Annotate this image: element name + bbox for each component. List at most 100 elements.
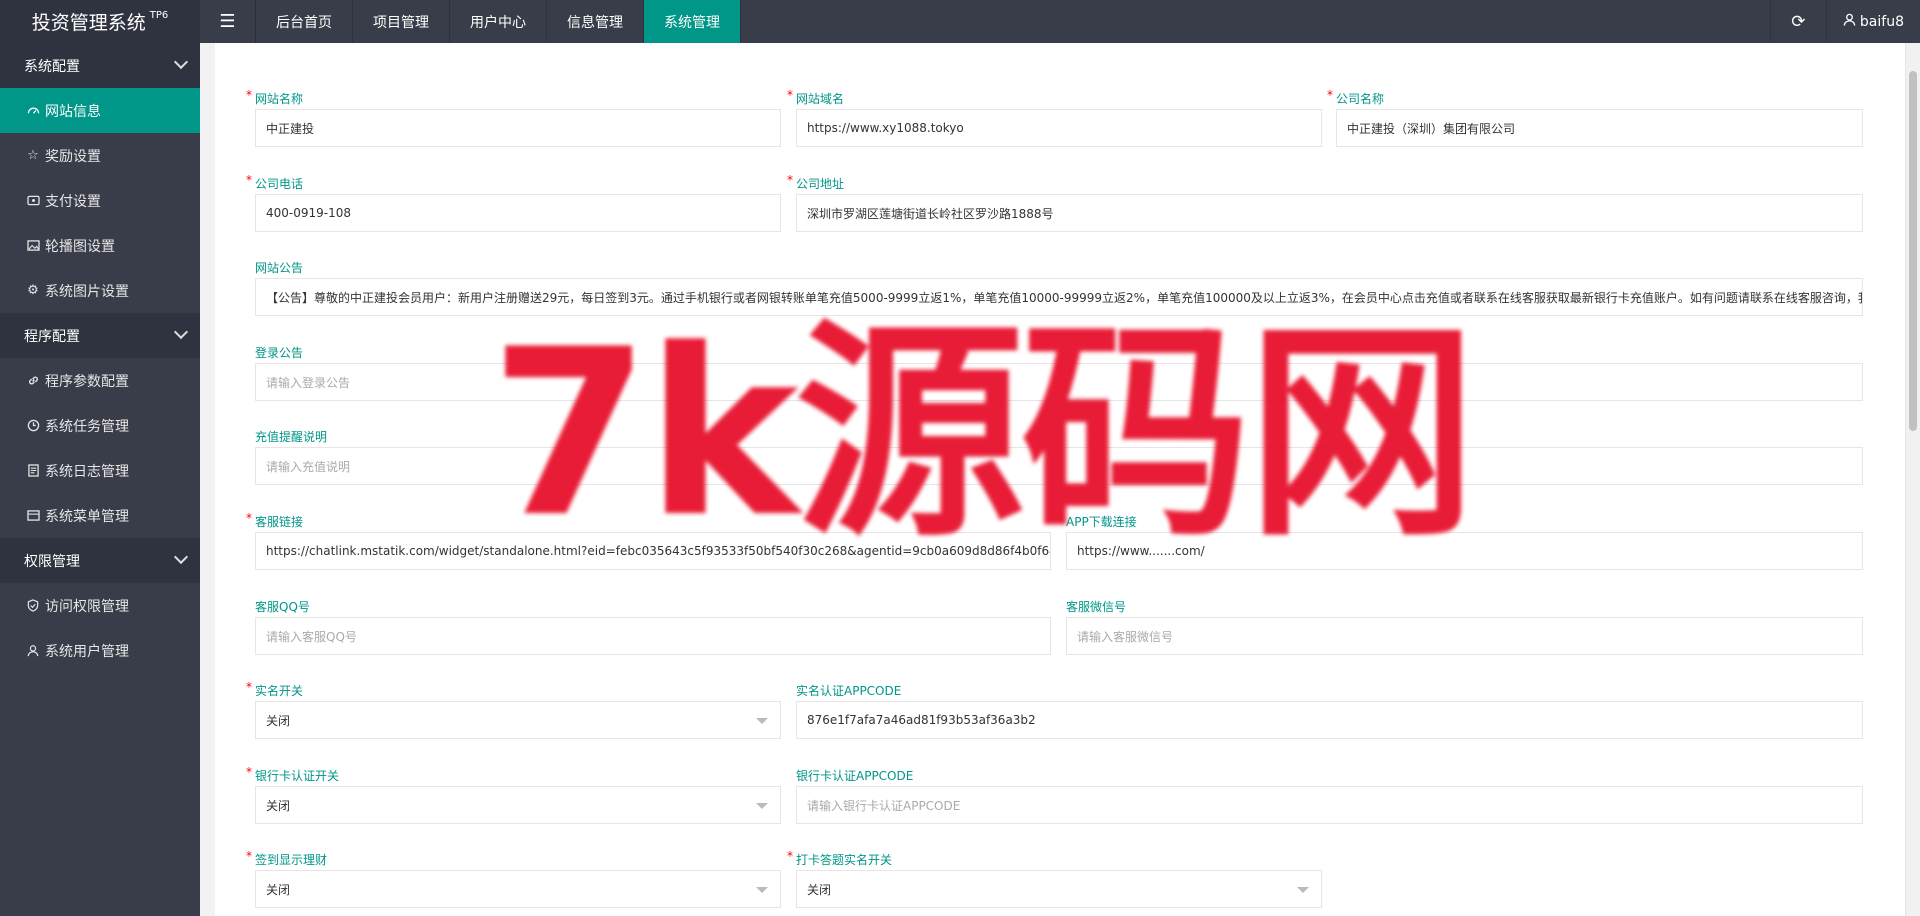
log-icon (26, 464, 40, 478)
sidebar-item-payment[interactable]: 支付设置 (0, 178, 200, 223)
required-mark: * (787, 173, 793, 187)
sidebar-item-tasks[interactable]: 系统任务管理 (0, 403, 200, 448)
top-bar: 投资管理系统 TP6 ☰ 后台首页 项目管理 用户中心 信息管理 系统管理 ⟳ b… (0, 0, 1920, 43)
gear-icon: ⚙ (27, 283, 39, 298)
realname-appcode-label: 实名认证APPCODE (796, 684, 902, 698)
site-domain-label: * 网站域名 (787, 88, 844, 107)
bankcard-switch-select[interactable]: 关闭 (255, 786, 781, 824)
chevron-down-icon (173, 549, 189, 565)
site-name-label: * 网站名称 (246, 88, 304, 107)
signin-finance-label: * 签到显示理财 (246, 849, 327, 868)
service-link-label-text: 客服链接 (255, 515, 304, 529)
refresh-icon[interactable]: ⟳ (1769, 0, 1826, 43)
checkin-realname-label: * 打卡答题实名开关 (787, 849, 893, 868)
caret-down-icon (756, 718, 768, 724)
sidebar-item-rewards[interactable]: ☆ 奖励设置 (0, 133, 200, 178)
service-link-input[interactable]: https://chatlink.mstatik.com/widget/stan… (255, 532, 1051, 570)
nav-item-info[interactable]: 信息管理 (547, 0, 644, 43)
sidebar-group-system-config[interactable]: 系统配置 (0, 43, 200, 88)
checkin-realname-select[interactable]: 关闭 (796, 870, 1322, 908)
vertical-scrollbar[interactable] (1905, 43, 1920, 916)
required-mark: * (1327, 88, 1333, 102)
sidebar-item-access[interactable]: 访问权限管理 (0, 583, 200, 628)
login-notice-label: 登录公告 (255, 346, 304, 360)
sidebar-item-label: 系统用户管理 (45, 643, 129, 660)
realname-appcode-input[interactable]: 876e1f7afa7a46ad81f93b53af36a3b2 (796, 701, 1863, 739)
image-icon (26, 239, 40, 253)
company-name-label-text: 公司名称 (1336, 92, 1385, 106)
sidebar-item-carousel[interactable]: 轮播图设置 (0, 223, 200, 268)
required-mark: * (246, 680, 252, 694)
sidebar-item-label: 系统图片设置 (45, 283, 129, 300)
bankcard-switch-label: * 银行卡认证开关 (246, 765, 340, 784)
sidebar-item-label: 系统任务管理 (45, 418, 129, 435)
sidebar-item-system-users[interactable]: 系统用户管理 (0, 628, 200, 673)
company-name-input[interactable]: 中正建投（深圳）集团有限公司 (1336, 109, 1863, 147)
sidebar-item-label: 系统菜单管理 (45, 508, 129, 525)
required-mark: * (787, 849, 793, 863)
checkin-realname-label-text: 打卡答题实名开关 (796, 853, 893, 867)
recharge-note-input[interactable]: 请输入充值说明 (255, 447, 1863, 485)
chevron-down-icon (173, 54, 189, 70)
site-notice-input[interactable]: 【公告】尊敬的中正建投会员用户：新用户注册赠送29元，每日签到3元。通过手机银行… (255, 278, 1863, 316)
sidebar-group-program-config[interactable]: 程序配置 (0, 313, 200, 358)
chevron-down-icon (173, 324, 189, 340)
dashboard-icon (26, 104, 40, 118)
user-name: baifu8 (1859, 13, 1904, 30)
sidebar-group-label: 权限管理 (24, 553, 80, 570)
nav-item-system[interactable]: 系统管理 (644, 0, 741, 43)
service-qq-label: 客服QQ号 (255, 600, 310, 614)
service-qq-input[interactable]: 请输入客服QQ号 (255, 617, 1051, 655)
site-name-input[interactable]: 中正建投 (255, 109, 781, 147)
sidebar-item-label: 程序参数配置 (45, 373, 129, 390)
site-name-label-text: 网站名称 (255, 92, 304, 106)
user-menu[interactable]: baifu8 (1825, 0, 1920, 43)
required-mark: * (246, 765, 252, 779)
sidebar-item-site-info[interactable]: 网站信息 (0, 88, 200, 133)
service-link-label: * 客服链接 (246, 511, 304, 530)
realname-switch-value: 关闭 (266, 713, 291, 728)
menu-toggle-icon[interactable]: ☰ (200, 0, 256, 43)
company-phone-input[interactable]: 400-0919-108 (255, 194, 781, 232)
scrollbar-thumb[interactable] (1909, 71, 1917, 431)
app-logo[interactable]: 投资管理系统 TP6 (0, 0, 200, 43)
app-download-input[interactable]: https://www.......com/ (1066, 532, 1863, 570)
signin-finance-select[interactable]: 关闭 (255, 870, 781, 908)
nav-item-users[interactable]: 用户中心 (450, 0, 547, 43)
bankcard-switch-value: 关闭 (266, 798, 291, 813)
required-mark: * (787, 88, 793, 102)
bankcard-switch-label-text: 银行卡认证开关 (255, 769, 340, 783)
sidebar-item-label: 轮播图设置 (45, 238, 115, 255)
login-notice-input[interactable]: 请输入登录公告 (255, 363, 1863, 401)
recharge-note-label: 充值提醒说明 (255, 430, 328, 444)
required-mark: * (246, 511, 252, 525)
site-domain-input[interactable]: https://www.xy1088.tokyo (796, 109, 1322, 147)
company-phone-label-text: 公司电话 (255, 177, 304, 191)
realname-switch-select[interactable]: 关闭 (255, 701, 781, 739)
service-wechat-input[interactable]: 请输入客服微信号 (1066, 617, 1863, 655)
sidebar-item-logs[interactable]: 系统日志管理 (0, 448, 200, 493)
caret-down-icon (1297, 887, 1309, 893)
caret-down-icon (756, 887, 768, 893)
company-address-input[interactable]: 深圳市罗湖区莲塘街道长岭社区罗沙路1888号 (796, 194, 1863, 232)
user-icon (26, 644, 40, 658)
menu-icon (26, 509, 40, 523)
nav-item-home[interactable]: 后台首页 (256, 0, 353, 43)
required-mark: * (246, 88, 252, 102)
bankcard-appcode-input[interactable]: 请输入银行卡认证APPCODE (796, 786, 1863, 824)
top-nav: 后台首页 项目管理 用户中心 信息管理 系统管理 (256, 0, 741, 43)
sidebar-item-menus[interactable]: 系统菜单管理 (0, 493, 200, 538)
sidebar-group-permissions[interactable]: 权限管理 (0, 538, 200, 583)
sidebar-item-program-params[interactable]: 程序参数配置 (0, 358, 200, 403)
sidebar-item-label: 支付设置 (45, 193, 101, 210)
sidebar-item-system-images[interactable]: ⚙ 系统图片设置 (0, 268, 200, 313)
bankcard-appcode-label: 银行卡认证APPCODE (796, 769, 914, 783)
sidebar-group-label: 系统配置 (24, 58, 80, 75)
user-icon (1843, 13, 1856, 30)
link-icon (26, 374, 40, 388)
nav-item-projects[interactable]: 项目管理 (353, 0, 450, 43)
required-mark: * (246, 173, 252, 187)
version-badge: TP6 (149, 10, 169, 21)
sidebar-group-label: 程序配置 (24, 328, 80, 345)
signin-finance-value: 关闭 (266, 882, 291, 897)
